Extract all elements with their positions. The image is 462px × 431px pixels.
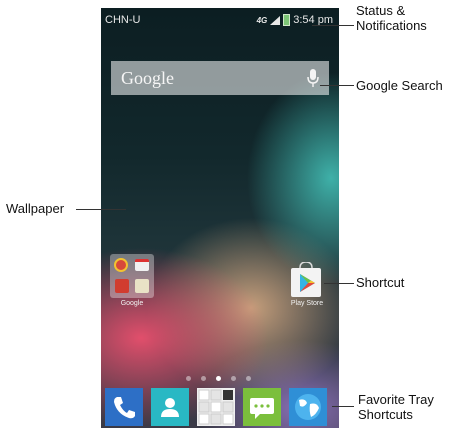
phone-icon [114,397,135,419]
chrome-icon [114,258,128,272]
google-plus-icon [115,279,129,293]
tray-leader-line [332,406,354,407]
status-leader-line [312,25,354,26]
page-dot-active[interactable] [216,376,221,381]
page-dot[interactable] [186,376,191,381]
search-callout: Google Search [356,78,443,93]
tray-callout-line2: Shortcuts [358,407,413,422]
page-dot[interactable] [231,376,236,381]
contacts-icon [161,398,179,417]
tray-messaging[interactable] [243,388,281,426]
globe-icon [295,394,321,420]
messaging-icon [250,398,274,419]
wallpaper-callout: Wallpaper [6,201,65,216]
carrier-label: CHN-U [105,14,141,26]
tray-contacts[interactable] [151,388,189,426]
shortcut-callout: Shortcut [356,275,405,290]
shortcut-leader-line [324,283,354,284]
gmail-icon [135,259,149,271]
wallpaper-leader-line [76,209,126,210]
tray-callout-line1: Favorite Tray [358,392,434,407]
tray-all-apps[interactable] [197,388,235,426]
favorite-tray [105,388,335,426]
search-leader-line [320,85,354,86]
google-search-bar[interactable]: Google [111,61,329,95]
status-callout-line1: Status & [356,3,406,18]
app-drawer-icon [198,389,234,425]
tray-phone[interactable] [105,388,143,426]
status-callout: Status & Notifications [356,3,427,33]
tray-browser[interactable] [289,388,327,426]
microphone-icon[interactable] [307,69,319,87]
page-dot[interactable] [201,376,206,381]
page-indicator [186,376,251,381]
google-folder[interactable] [110,254,154,298]
home-screen: CHN-U 4G 3:54 pm Google Google Play Stor… [101,8,339,428]
search-brand-label: Google [121,68,174,88]
folder-label: Google [120,300,144,307]
signal-icon [270,15,281,25]
tray-callout: Favorite Tray Shortcuts [358,392,434,422]
network-type-icon: 4G [256,15,268,25]
page-dot[interactable] [246,376,251,381]
maps-icon [135,279,149,293]
battery-icon [283,14,291,26]
play-store-icon[interactable] [289,262,323,298]
play-store-label: Play Store [290,300,324,307]
status-bar[interactable]: CHN-U 4G 3:54 pm [101,8,339,32]
status-callout-line2: Notifications [356,18,427,33]
